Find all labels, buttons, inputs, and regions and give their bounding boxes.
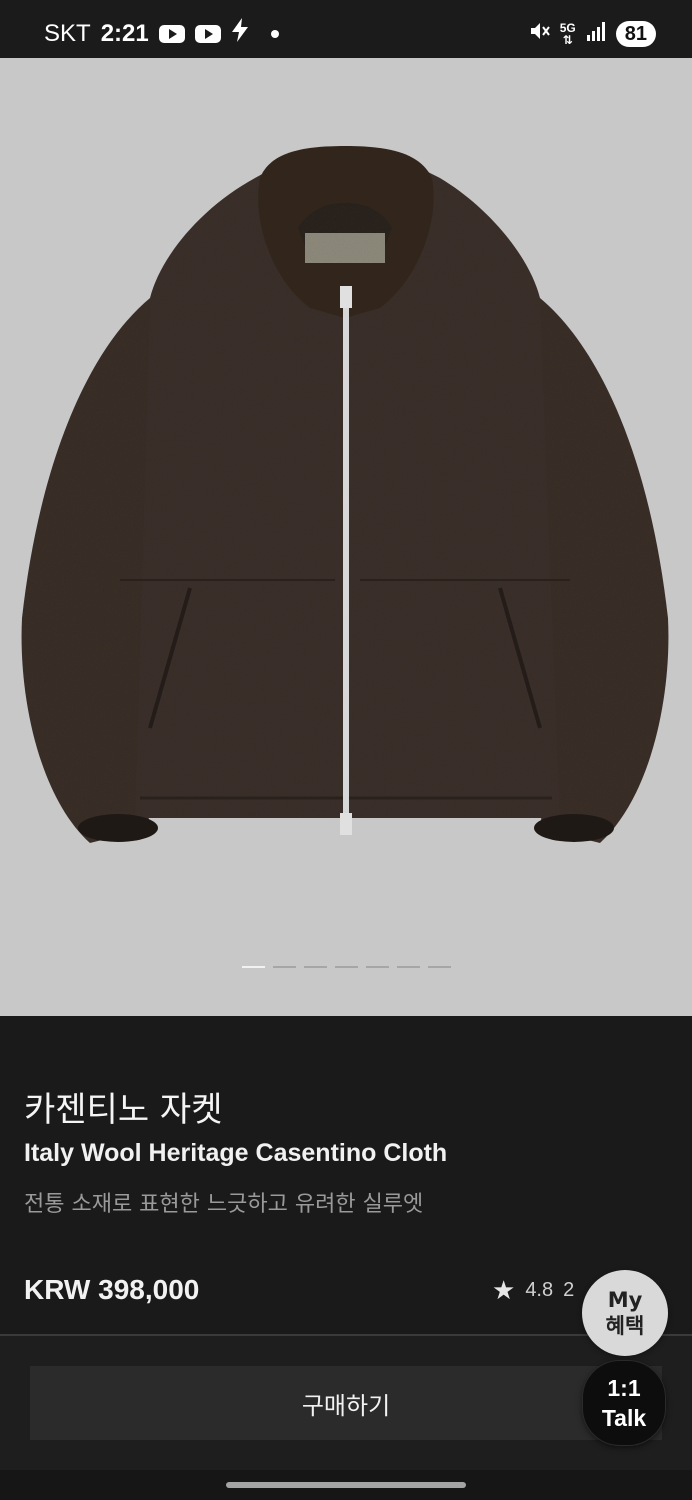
carousel-dot[interactable]	[272, 966, 296, 968]
status-right: 5G ⇅ 81	[528, 20, 656, 47]
product-title: 카젠티노 자켓	[24, 1090, 223, 1130]
product-info: 카젠티노 자켓 Italy Wool Heritage Casentino Cl…	[0, 1016, 692, 1334]
talk-button[interactable]: 1:1 Talk	[582, 1360, 666, 1446]
youtube-icon	[158, 24, 185, 43]
carousel-dot[interactable]	[303, 966, 327, 968]
battery-indicator: 81	[615, 20, 656, 47]
jacket-image	[21, 146, 669, 843]
status-bar: SKT 2:21 5G ⇅ 81	[0, 0, 692, 58]
carousel-dot[interactable]	[334, 966, 358, 968]
system-nav-bar	[0, 1470, 692, 1500]
carousel-dot[interactable]	[241, 966, 265, 968]
my-benefits-button[interactable]: My 혜택	[582, 1270, 668, 1356]
my-benefits-line2: 혜택	[605, 1314, 645, 1338]
mute-icon	[528, 20, 550, 47]
review-count: 2	[563, 1278, 575, 1301]
youtube-icon	[194, 24, 221, 43]
product-rating[interactable]: ★ 4.8 2	[492, 1275, 575, 1305]
signal-icon	[586, 21, 606, 46]
product-subtitle: Italy Wool Heritage Casentino Cloth	[24, 1139, 448, 1167]
carrier-label: SKT	[44, 19, 91, 47]
carousel-indicator[interactable]	[0, 966, 692, 968]
product-image-carousel[interactable]	[0, 58, 692, 1016]
network-type-icon: 5G ⇅	[559, 20, 576, 47]
product-tagline: 전통 소재로 표현한 느긋하고 유려한 실루엣	[24, 1192, 424, 1217]
notification-dot-icon	[270, 29, 279, 38]
clock: 2:21	[100, 19, 149, 47]
talk-line2: Talk	[601, 1405, 647, 1431]
bolt-icon	[231, 18, 249, 49]
product-price: KRW 398,000	[24, 1274, 200, 1305]
status-left: SKT 2:21	[44, 18, 279, 49]
carousel-dot[interactable]	[396, 966, 420, 968]
star-icon: ★	[492, 1275, 516, 1305]
carousel-dot[interactable]	[365, 966, 389, 968]
my-benefits-line1: My	[607, 1288, 643, 1312]
talk-line1: 1:1	[607, 1375, 641, 1401]
buy-button[interactable]: 구매하기	[30, 1366, 662, 1440]
home-indicator[interactable]	[226, 1482, 466, 1488]
carousel-dot[interactable]	[427, 966, 451, 968]
network-label: 5G	[559, 20, 576, 35]
rating-value: 4.8	[525, 1278, 554, 1301]
